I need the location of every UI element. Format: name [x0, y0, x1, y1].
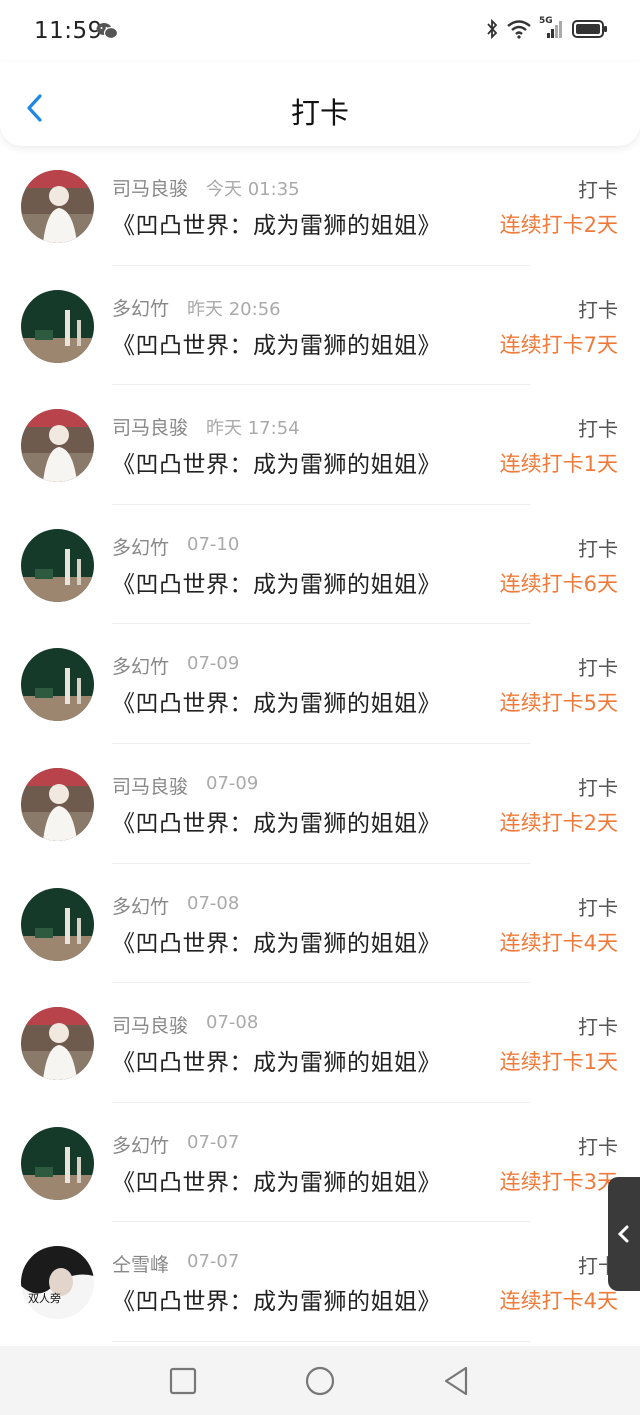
list-item[interactable]: 司马良骏 07-09 《凹凸世界：成为雷狮的姐姐》 打卡连续打卡2天 [0, 744, 640, 864]
book-title[interactable]: 《凹凸世界：成为雷狮的姐姐》 [112, 206, 441, 240]
user-name[interactable]: 多幻竹 [112, 1131, 169, 1158]
streak-text: 连续打卡1天 [499, 1050, 618, 1075]
user-name[interactable]: 司马良骏 [112, 772, 188, 799]
streak-text: 连续打卡7天 [499, 332, 618, 357]
streak-text: 连续打卡6天 [499, 571, 618, 596]
divider [112, 1340, 530, 1342]
recent-apps-button[interactable] [166, 1364, 200, 1398]
checkin-time: 07-10 [187, 533, 240, 555]
streak-text: 连续打卡1天 [499, 452, 618, 477]
checkin-time: 07-08 [206, 1012, 259, 1034]
list-item[interactable]: 司马良骏 07-08 《凹凸世界：成为雷狮的姐姐》 打卡连续打卡1天 [0, 983, 640, 1103]
wechat-icon [96, 23, 118, 40]
checkin-type-label: 打卡 [578, 656, 618, 681]
checkin-time: 07-09 [206, 772, 259, 794]
avatar[interactable] [21, 289, 94, 363]
checkin-type-label: 打卡 [578, 1134, 618, 1159]
checkin-time: 昨天 17:54 [206, 418, 300, 440]
book-title[interactable]: 《凹凸世界：成为雷狮的姐姐》 [112, 804, 441, 838]
avatar[interactable]: 双人旁 [21, 1246, 94, 1320]
avatar-caption: 双人旁 [28, 1292, 61, 1306]
list-item[interactable]: 多幻竹 07-07 《凹凸世界：成为雷狮的姐姐》 打卡连续打卡3天 [0, 1103, 640, 1223]
checkin-type-label: 打卡 [578, 895, 618, 920]
list-item[interactable]: 多幻竹 07-09 《凹凸世界：成为雷狮的姐姐》 打卡连续打卡5天 [0, 624, 640, 744]
user-name[interactable]: 多幻竹 [112, 892, 169, 919]
status-bar: 11:59 5G [0, 0, 640, 62]
checkin-time: 今天 01:35 [206, 179, 300, 200]
checkin-time: 07-07 [187, 1131, 240, 1153]
avatar[interactable] [21, 528, 94, 602]
book-title[interactable]: 《凹凸世界：成为雷狮的姐姐》 [112, 1163, 441, 1197]
side-panel-handle[interactable] [608, 1177, 640, 1291]
checkin-list[interactable]: 司马良骏 今天 01:35 《凹凸世界：成为雷狮的姐姐》 打卡 连续打卡2天 多幻竹 昨天 … [0, 146, 640, 1346]
streak-text: 连续打卡2天 [499, 213, 618, 237]
checkin-type-label: 打卡 [578, 178, 618, 202]
list-item[interactable]: 多幻竹 07-10 《凹凸世界：成为雷狮的姐姐》 打卡连续打卡6天 [0, 505, 640, 625]
home-button[interactable] [303, 1364, 337, 1398]
list-item[interactable]: 双人旁 仝雪峰 07-07 《凹凸世界：成为雷狮的姐姐》 打卡 连续打卡4天 [0, 1222, 640, 1342]
user-name[interactable]: 多幻竹 [112, 652, 169, 679]
status-time: 11:59 [34, 18, 103, 44]
avatar[interactable] [21, 1007, 94, 1081]
streak-text: 连续打卡2天 [499, 810, 618, 835]
book-title[interactable]: 《凹凸世界：成为雷狮的姐姐》 [112, 684, 441, 718]
avatar[interactable] [21, 887, 94, 961]
book-title[interactable]: 《凹凸世界：成为雷狮的姐姐》 [112, 326, 441, 360]
checkin-time: 昨天 20:56 [187, 298, 281, 320]
streak-text: 连续打卡5天 [499, 691, 618, 716]
signal-icon: 5G [539, 16, 565, 40]
system-nav-bar [0, 1346, 640, 1415]
list-item[interactable]: 司马良骏 今天 01:35 《凹凸世界：成为雷狮的姐姐》 打卡连续打卡2天 [0, 146, 640, 266]
streak-text: 连续打卡4天 [499, 930, 618, 955]
streak-text: 连续打卡3天 [499, 1169, 618, 1194]
chevron-left-icon [617, 1225, 629, 1243]
avatar[interactable] [21, 648, 94, 722]
back-nav-button[interactable] [440, 1364, 474, 1398]
checkin-type-label: 打卡 [578, 1015, 618, 1040]
checkin-time: 07-07 [187, 1251, 240, 1273]
book-title[interactable]: 《凹凸世界：成为雷狮的姐姐》 [112, 924, 441, 958]
avatar[interactable] [21, 170, 94, 243]
avatar[interactable] [21, 1126, 94, 1200]
user-name[interactable]: 司马良骏 [112, 174, 188, 201]
battery-icon [572, 20, 607, 38]
wifi-icon [507, 20, 531, 39]
checkin-time: 07-09 [187, 653, 240, 675]
book-title[interactable]: 《凹凸世界：成为雷狮的姐姐》 [112, 445, 441, 479]
checkin-type-label: 打卡 [578, 417, 618, 442]
list-item[interactable]: 司马良骏 昨天 17:54 《凹凸世界：成为雷狮的姐姐》 打卡连续打卡1天 [0, 385, 640, 505]
user-name[interactable]: 仝雪峰 [112, 1250, 169, 1277]
list-item[interactable]: 多幻竹 07-08 《凹凸世界：成为雷狮的姐姐》 打卡连续打卡4天 [0, 864, 640, 984]
header: 打卡 [0, 62, 640, 146]
checkin-time: 07-08 [187, 892, 240, 914]
status-icons: 5G [485, 16, 608, 40]
user-name[interactable]: 司马良骏 [112, 1011, 188, 1038]
user-name[interactable]: 司马良骏 [112, 413, 188, 440]
checkin-type-label: 打卡 [578, 775, 618, 800]
book-title[interactable]: 《凹凸世界：成为雷狮的姐姐》 [112, 1043, 441, 1077]
book-title[interactable]: 《凹凸世界：成为雷狮的姐姐》 [112, 1282, 441, 1316]
streak-text: 连续打卡4天 [499, 1289, 618, 1314]
page-title: 打卡 [290, 96, 349, 130]
avatar[interactable] [21, 767, 94, 841]
bluetooth-icon [487, 18, 498, 40]
checkin-type-label: 打卡 [578, 297, 618, 322]
user-name[interactable]: 多幻竹 [112, 533, 169, 560]
user-name[interactable]: 多幻竹 [112, 294, 169, 321]
book-title[interactable]: 《凹凸世界：成为雷狮的姐姐》 [112, 565, 441, 599]
list-item[interactable]: 多幻竹 昨天 20:56 《凹凸世界：成为雷狮的姐姐》 打卡连续打卡7天 [0, 266, 640, 386]
avatar[interactable] [21, 409, 94, 483]
checkin-type-label: 打卡 [578, 536, 618, 561]
